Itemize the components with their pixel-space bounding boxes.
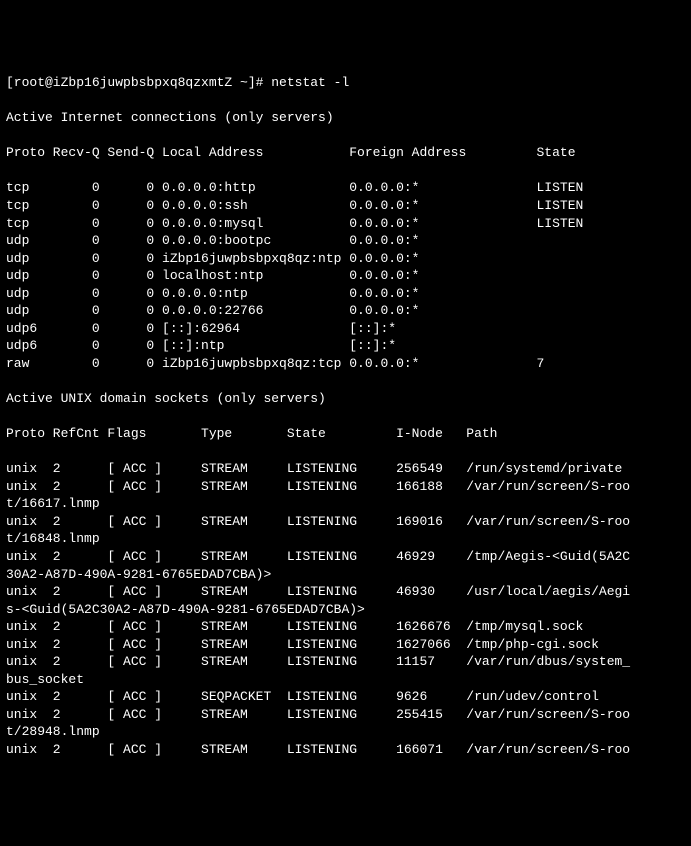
inet-column-headers: Proto Recv-Q Send-Q Local Address Foreig… [6, 144, 685, 162]
unix-row: unix 2 [ ACC ] STREAM LISTENING 256549 /… [6, 460, 685, 478]
unix-row: t/16848.lnmp [6, 530, 685, 548]
inet-row: udp6 0 0 [::]:62964 [::]:* [6, 320, 685, 338]
unix-row: unix 2 [ ACC ] STREAM LISTENING 1627066 … [6, 636, 685, 654]
entered-command: netstat -l [271, 75, 349, 90]
unix-row: 30A2-A87D-490A-9281-6765EDAD7CBA)> [6, 566, 685, 584]
unix-row: bus_socket [6, 671, 685, 689]
unix-row: s-<Guid(5A2C30A2-A87D-490A-9281-6765EDAD… [6, 601, 685, 619]
inet-row: raw 0 0 iZbp16juwpbsbpxq8qz:tcp 0.0.0.0:… [6, 355, 685, 373]
shell-prompt: [root@iZbp16juwpbsbpxq8qzxmtZ ~]# [6, 75, 271, 90]
inet-row: tcp 0 0 0.0.0.0:http 0.0.0.0:* LISTEN [6, 179, 685, 197]
command-line[interactable]: [root@iZbp16juwpbsbpxq8qzxmtZ ~]# netsta… [6, 74, 685, 92]
unix-row: unix 2 [ ACC ] STREAM LISTENING 255415 /… [6, 706, 685, 724]
inet-row: udp 0 0 iZbp16juwpbsbpxq8qz:ntp 0.0.0.0:… [6, 250, 685, 268]
section-header-unix: Active UNIX domain sockets (only servers… [6, 390, 685, 408]
inet-row: udp 0 0 0.0.0.0:bootpc 0.0.0.0:* [6, 232, 685, 250]
inet-row: udp 0 0 0.0.0.0:22766 0.0.0.0:* [6, 302, 685, 320]
unix-row: unix 2 [ ACC ] STREAM LISTENING 166188 /… [6, 478, 685, 496]
unix-row: t/28948.lnmp [6, 723, 685, 741]
unix-row: unix 2 [ ACC ] STREAM LISTENING 46929 /t… [6, 548, 685, 566]
inet-row: udp6 0 0 [::]:ntp [::]:* [6, 337, 685, 355]
unix-sockets-table: unix 2 [ ACC ] STREAM LISTENING 256549 /… [6, 460, 685, 758]
unix-row: unix 2 [ ACC ] STREAM LISTENING 46930 /u… [6, 583, 685, 601]
unix-row: unix 2 [ ACC ] STREAM LISTENING 1626676 … [6, 618, 685, 636]
unix-row: unix 2 [ ACC ] STREAM LISTENING 11157 /v… [6, 653, 685, 671]
unix-row: unix 2 [ ACC ] SEQPACKET LISTENING 9626 … [6, 688, 685, 706]
unix-row: t/16617.lnmp [6, 495, 685, 513]
section-header-inet: Active Internet connections (only server… [6, 109, 685, 127]
inet-row: tcp 0 0 0.0.0.0:mysql 0.0.0.0:* LISTEN [6, 215, 685, 233]
inet-row: udp 0 0 0.0.0.0:ntp 0.0.0.0:* [6, 285, 685, 303]
unix-column-headers: Proto RefCnt Flags Type State I-Node Pat… [6, 425, 685, 443]
unix-row: unix 2 [ ACC ] STREAM LISTENING 166071 /… [6, 741, 685, 759]
inet-row: tcp 0 0 0.0.0.0:ssh 0.0.0.0:* LISTEN [6, 197, 685, 215]
inet-connections-table: tcp 0 0 0.0.0.0:http 0.0.0.0:* LISTEN tc… [6, 179, 685, 372]
inet-row: udp 0 0 localhost:ntp 0.0.0.0:* [6, 267, 685, 285]
